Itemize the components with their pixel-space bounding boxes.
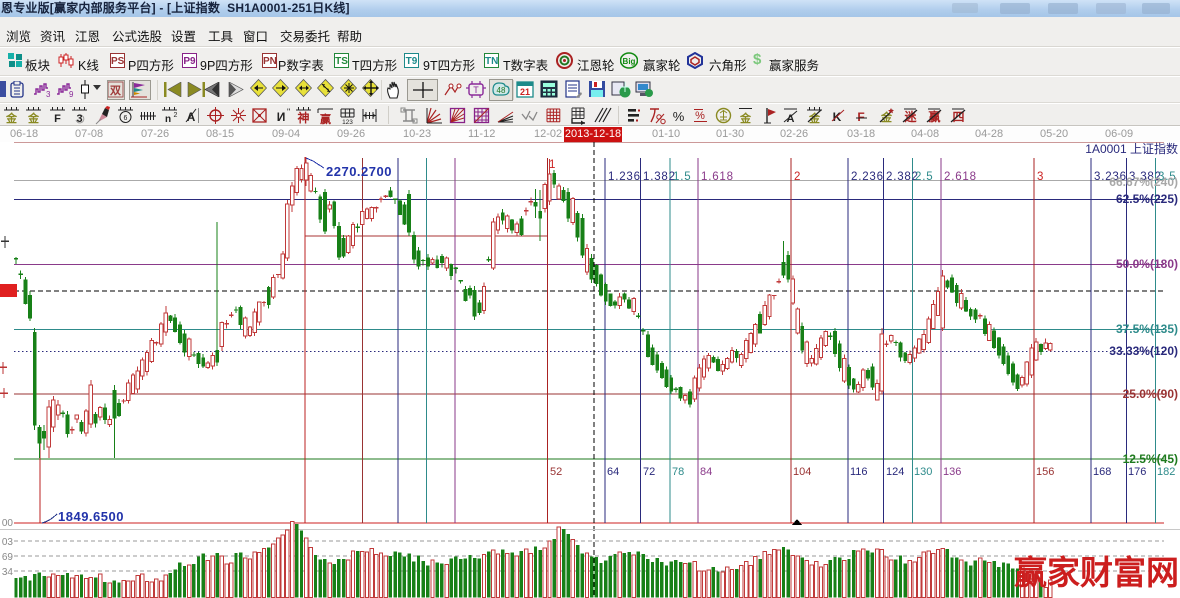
svg-text:2: 2 bbox=[794, 171, 801, 183]
svg-text:": " bbox=[287, 107, 290, 117]
svg-text:金: 金 bbox=[5, 111, 18, 125]
svg-text:K: K bbox=[833, 110, 842, 124]
svg-text:3: 3 bbox=[46, 90, 51, 98]
svg-text:2.382: 2.382 bbox=[886, 171, 919, 183]
svg-text:F: F bbox=[54, 113, 61, 125]
svg-text:176: 176 bbox=[1128, 466, 1146, 478]
svg-text:156: 156 bbox=[1036, 466, 1054, 478]
svg-text:123: 123 bbox=[342, 119, 353, 125]
svg-text:1A0001 上证指数: 1A0001 上证指数 bbox=[1085, 142, 1178, 156]
svg-text:Big: Big bbox=[623, 57, 636, 66]
svg-text:金: 金 bbox=[739, 111, 752, 125]
svg-text:2270.2700: 2270.2700 bbox=[326, 164, 392, 179]
svg-text:1.236: 1.236 bbox=[608, 171, 641, 183]
svg-text:双: 双 bbox=[110, 84, 121, 97]
svg-text:25.0%(90): 25.0%(90) bbox=[1123, 387, 1178, 401]
svg-text:34: 34 bbox=[2, 567, 14, 578]
svg-text:37.5%(135): 37.5%(135) bbox=[1116, 322, 1178, 336]
svg-text:神: 神 bbox=[297, 110, 309, 125]
svg-text:1: 1 bbox=[549, 159, 556, 171]
svg-text:2.5: 2.5 bbox=[915, 171, 933, 183]
svg-text:6: 6 bbox=[124, 115, 128, 122]
svg-text:124: 124 bbox=[886, 466, 904, 478]
svg-text:2: 2 bbox=[174, 112, 178, 119]
svg-text:赢: 赢 bbox=[320, 112, 331, 125]
svg-text:F: F bbox=[857, 110, 864, 124]
svg-text:T: T bbox=[473, 85, 479, 95]
svg-text:9: 9 bbox=[69, 90, 74, 98]
svg-text:12.5%(45): 12.5%(45) bbox=[1123, 452, 1178, 466]
svg-text:1849.6500: 1849.6500 bbox=[58, 509, 124, 524]
svg-text:78: 78 bbox=[672, 466, 684, 478]
svg-text:2.618: 2.618 bbox=[944, 171, 977, 183]
svg-text:赢家财富网: 赢家财富网 bbox=[1014, 554, 1179, 592]
svg-text:03: 03 bbox=[2, 537, 14, 548]
svg-text:52: 52 bbox=[550, 466, 562, 478]
svg-text:168: 168 bbox=[1093, 466, 1111, 478]
svg-text:62.5%(225): 62.5%(225) bbox=[1116, 192, 1178, 206]
svg-text:2.236: 2.236 bbox=[851, 171, 884, 183]
svg-text:A: A bbox=[187, 110, 196, 124]
svg-text:金: 金 bbox=[27, 111, 40, 125]
svg-text:金: 金 bbox=[808, 111, 821, 125]
svg-text:136: 136 bbox=[943, 466, 961, 478]
svg-text:84: 84 bbox=[700, 466, 712, 478]
svg-text:И: И bbox=[277, 110, 286, 124]
svg-text:%: % bbox=[695, 110, 705, 122]
svg-text:21: 21 bbox=[520, 87, 530, 97]
svg-text:1.5: 1.5 bbox=[673, 171, 691, 183]
svg-text:182: 182 bbox=[1157, 466, 1175, 478]
svg-text:116: 116 bbox=[850, 466, 868, 478]
svg-text:72: 72 bbox=[643, 466, 655, 478]
svg-text:00: 00 bbox=[2, 518, 14, 529]
svg-text:33.33%(120): 33.33%(120) bbox=[1109, 344, 1178, 358]
svg-text:64: 64 bbox=[607, 466, 619, 478]
svg-text:48: 48 bbox=[497, 86, 506, 95]
svg-text:3: 3 bbox=[1037, 171, 1044, 183]
svg-text:n: n bbox=[165, 114, 171, 125]
svg-text:%: % bbox=[673, 109, 685, 124]
svg-text:104: 104 bbox=[793, 466, 811, 478]
svg-text:130: 130 bbox=[914, 466, 932, 478]
svg-text:1.382: 1.382 bbox=[643, 171, 676, 183]
svg-text:69: 69 bbox=[2, 552, 14, 563]
svg-text:66.67%(240): 66.67%(240) bbox=[1109, 175, 1178, 189]
svg-text:50.0%(180): 50.0%(180) bbox=[1116, 257, 1178, 271]
svg-text:1.618: 1.618 bbox=[701, 171, 734, 183]
